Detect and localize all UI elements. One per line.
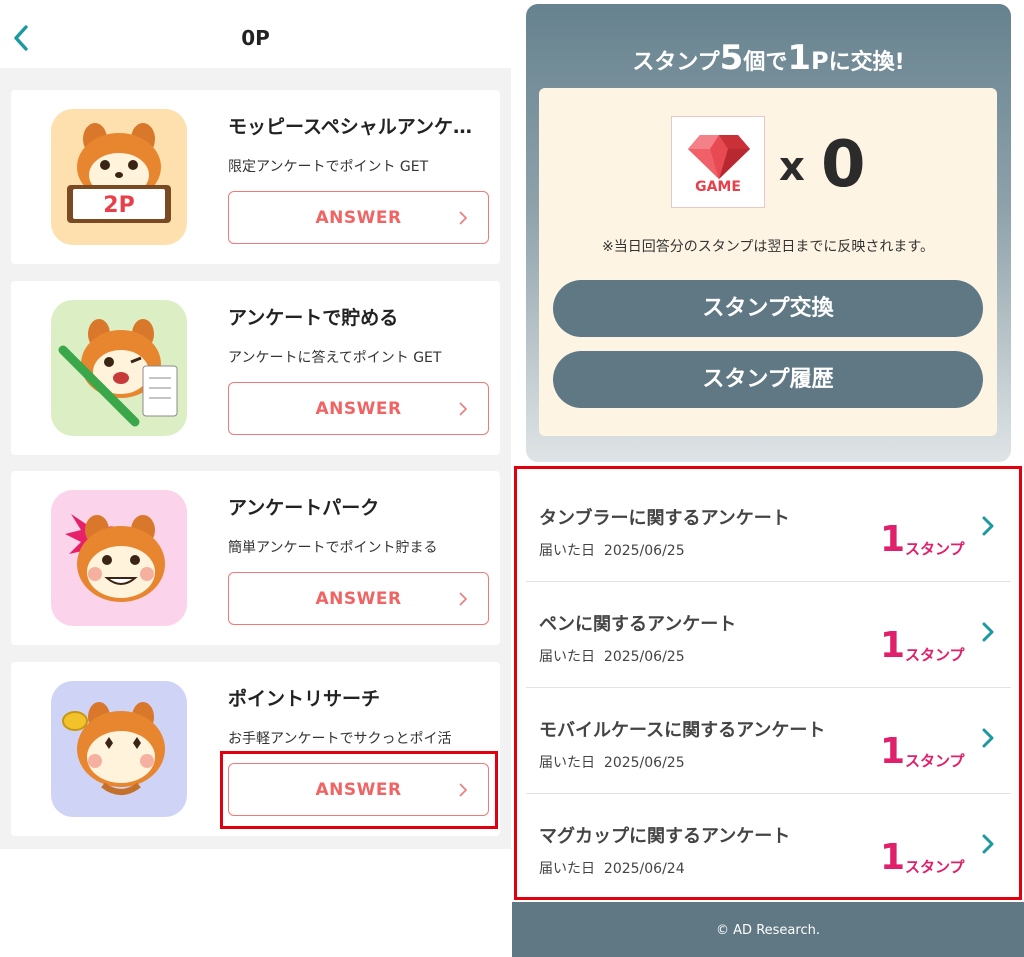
2p-badge: 2P (103, 193, 134, 218)
game-gem-icon: GAME (671, 116, 765, 208)
stamp-panel: スタンプ5個で1Pに交換! GAME x 0 ※当日回答分のスタンプは翌日までに… (526, 4, 1011, 462)
survey-title: ポイントリサーチ (228, 688, 381, 710)
heading-text: 個で (743, 50, 788, 75)
survey-card-anketo-de-tameru: アンケートで貯める アンケートに答えてポイント GET ANSWER (11, 281, 500, 455)
top-bar: 0P (0, 0, 511, 68)
highlight-box (514, 466, 1022, 900)
answer-label: ANSWER (315, 208, 402, 228)
survey-title: モッピースペシャルアンケート (228, 116, 484, 138)
answer-button[interactable]: ANSWER (228, 382, 489, 435)
answer-label: ANSWER (315, 399, 402, 419)
multiplier: x (779, 144, 805, 190)
survey-title: アンケートパーク (228, 497, 380, 519)
stamp-history-button[interactable]: スタンプ履歴 (553, 351, 983, 408)
heading-text: スタンプ (632, 50, 720, 75)
highlight-box (220, 751, 498, 829)
chevron-right-icon (459, 402, 468, 416)
chevron-right-icon (459, 211, 468, 225)
chevron-right-icon (459, 592, 468, 606)
stamp-exchange-button[interactable]: スタンプ交換 (553, 280, 983, 337)
heading-point-count: 1 (787, 38, 812, 78)
heading-unit: P (811, 47, 829, 75)
stamp-card: GAME x 0 ※当日回答分のスタンプは翌日までに反映されます。 スタンプ交換… (539, 88, 997, 436)
game-label: GAME (695, 179, 741, 195)
squirrel-2p-icon: 2P (51, 109, 187, 245)
survey-title: アンケートで貯める (228, 307, 399, 329)
survey-list-screen: 0P 2P モッピースペシャルアンケート 限定アンケートでポイント GET AN… (0, 0, 511, 957)
stamp-screen: スタンプ5個で1Pに交換! GAME x 0 ※当日回答分のスタンプは翌日までに… (512, 0, 1024, 957)
heading-stamp-count: 5 (719, 38, 744, 78)
survey-card-anketo-park: アンケートパーク 簡単アンケートでポイント貯まる ANSWER (11, 471, 500, 645)
answer-button[interactable]: ANSWER (228, 191, 489, 244)
squirrel-pencil-icon (51, 300, 187, 436)
copyright-text: © AD Research. (716, 923, 820, 938)
survey-description: 限定アンケートでポイント GET (228, 159, 429, 175)
survey-card-moppy-special: 2P モッピースペシャルアンケート 限定アンケートでポイント GET ANSWE… (11, 90, 500, 264)
squirrel-coin-icon (51, 681, 187, 817)
points-balance: 0P (241, 26, 270, 50)
answer-button[interactable]: ANSWER (228, 572, 489, 625)
survey-description: 簡単アンケートでポイント貯まる (228, 540, 438, 556)
survey-description: アンケートに答えてポイント GET (228, 350, 442, 366)
squirrel-grin-icon (51, 490, 187, 626)
survey-description: お手軽アンケートでサクっとポイ活 (228, 731, 452, 747)
stamp-note: ※当日回答分のスタンプは翌日までに反映されます。 (602, 239, 934, 255)
heading-text: に交換! (828, 50, 905, 75)
stamp-count: 0 (821, 128, 866, 202)
stamp-heading: スタンプ5個で1Pに交換! (526, 38, 1011, 78)
footer: © AD Research. (512, 902, 1024, 957)
answer-label: ANSWER (315, 589, 402, 609)
